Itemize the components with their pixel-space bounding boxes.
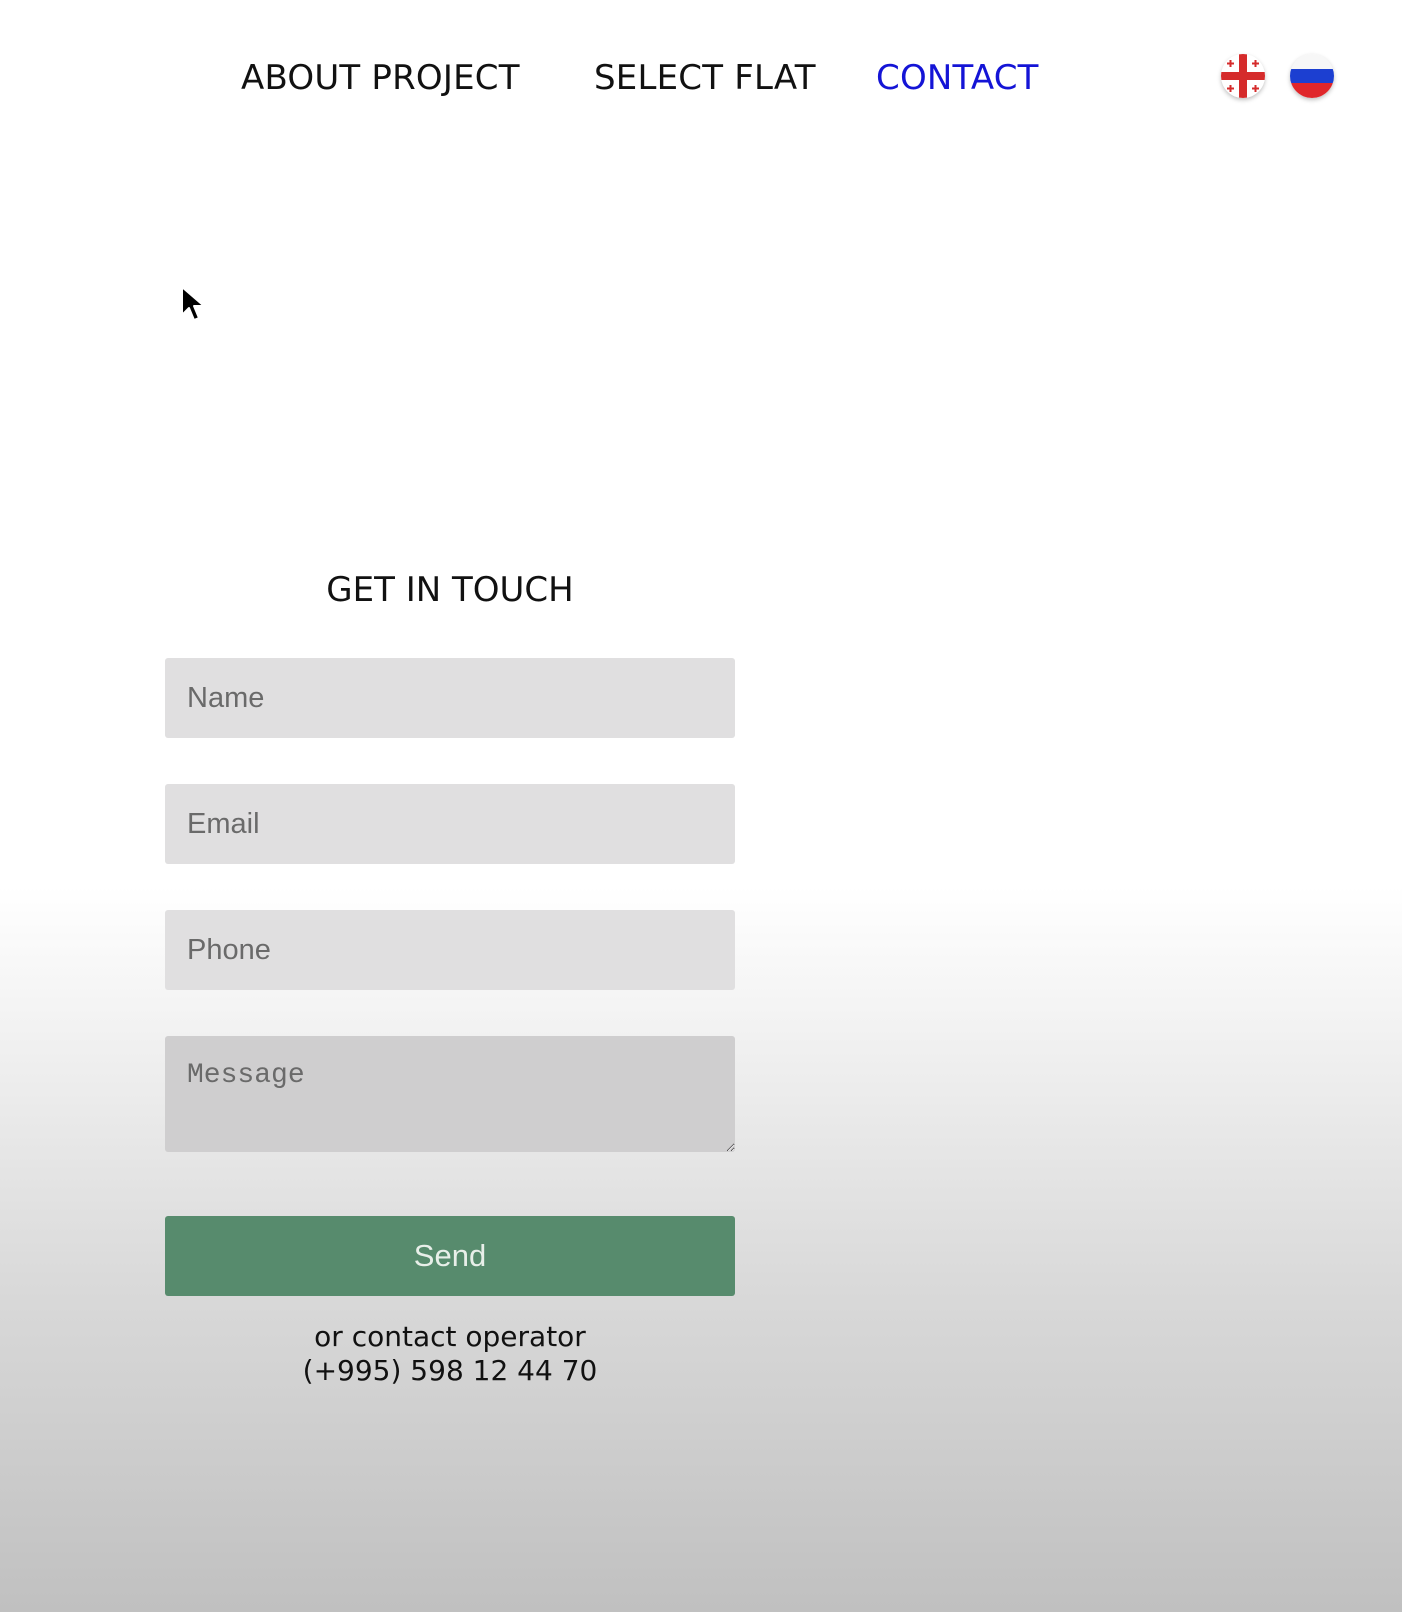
form-title: GET IN TOUCH	[326, 570, 574, 610]
georgia-flag-icon[interactable]	[1221, 54, 1265, 98]
name-input[interactable]	[165, 658, 735, 738]
phone-input[interactable]	[165, 910, 735, 990]
operator-contact: or contact operator (+995) 598 12 44 70	[165, 1320, 735, 1388]
top-navigation: ABOUT PROJECT SELECT FLAT CONTACT	[0, 0, 1402, 160]
russia-flag-icon[interactable]	[1290, 54, 1334, 98]
contact-form: GET IN TOUCH Send or contact operator (+…	[165, 560, 735, 1388]
message-textarea[interactable]	[165, 1036, 735, 1152]
mouse-cursor-icon	[180, 285, 208, 325]
send-button[interactable]: Send	[165, 1216, 735, 1296]
nav-link-contact[interactable]: CONTACT	[876, 58, 1039, 98]
nav-link-select-flat[interactable]: SELECT FLAT	[594, 58, 816, 98]
operator-phone[interactable]: (+995) 598 12 44 70	[165, 1354, 735, 1388]
email-input[interactable]	[165, 784, 735, 864]
operator-text: or contact operator	[314, 1320, 586, 1353]
nav-link-about-project[interactable]: ABOUT PROJECT	[241, 58, 520, 98]
